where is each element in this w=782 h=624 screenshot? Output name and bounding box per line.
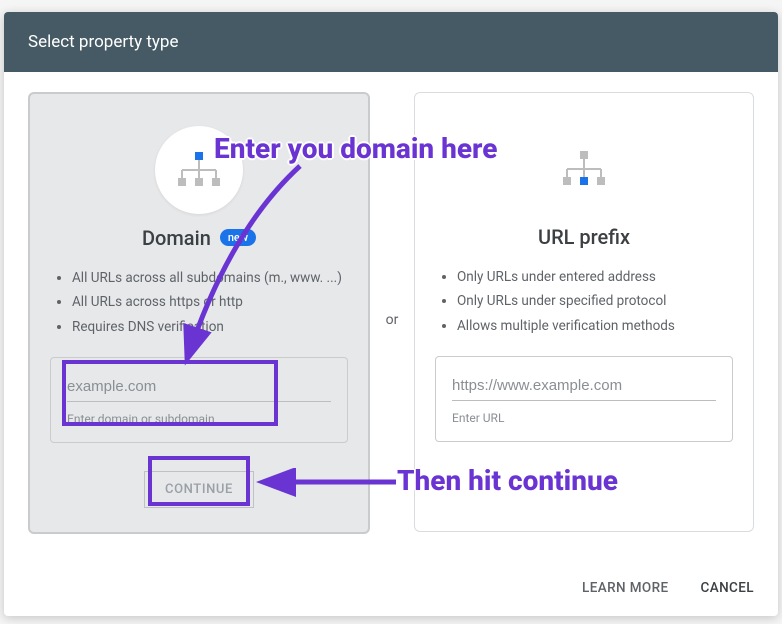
domain-bullets: All URLs across all subdomains (m., www.… [50,266,348,339]
cards-row: Domain new All URLs across all subdomain… [28,92,754,534]
or-separator: or [370,92,414,328]
url-prefix-card[interactable]: URL prefix Only URLs under entered addre… [414,92,754,532]
dialog-footer: LEARN MORE CANCEL [4,563,778,616]
dialog-body: Domain new All URLs across all subdomain… [4,72,778,563]
dialog-title: Select property type [28,32,179,52]
url-input-box: Enter URL [435,356,733,442]
url-title-text: URL prefix [538,225,630,249]
url-bullet: Only URLs under entered address [457,265,733,289]
domain-card[interactable]: Domain new All URLs across all subdomain… [28,92,370,534]
sitemap-icon [174,150,224,190]
new-badge: new [220,229,256,246]
url-icon-circle [540,125,628,213]
select-property-dialog: Select property type [4,12,778,616]
url-bullets: Only URLs under entered address Only URL… [435,265,733,338]
url-bullet: Only URLs under specified protocol [457,289,733,313]
dialog-header: Select property type [4,12,778,72]
domain-bullet: Requires DNS verification [72,315,348,339]
url-input[interactable] [452,371,716,401]
learn-more-button[interactable]: LEARN MORE [582,580,669,596]
continue-button[interactable]: CONTINUE [144,471,254,508]
url-card-title: URL prefix [435,225,733,249]
url-input-hint: Enter URL [452,411,716,425]
domain-input-box: Enter domain or subdomain [50,357,348,443]
domain-card-title: Domain new [50,226,348,250]
domain-bullet: All URLs across https or http [72,290,348,314]
domain-bullet: All URLs across all subdomains (m., www.… [72,266,348,290]
url-bullet: Allows multiple verification methods [457,314,733,338]
domain-input[interactable] [67,372,331,402]
domain-title-text: Domain [142,226,211,250]
continue-wrap: CONTINUE [50,471,348,508]
domain-input-hint: Enter domain or subdomain [67,412,331,426]
domain-icon-circle [155,126,243,214]
cancel-button[interactable]: CANCEL [701,580,754,596]
sitemap-icon [559,149,609,189]
